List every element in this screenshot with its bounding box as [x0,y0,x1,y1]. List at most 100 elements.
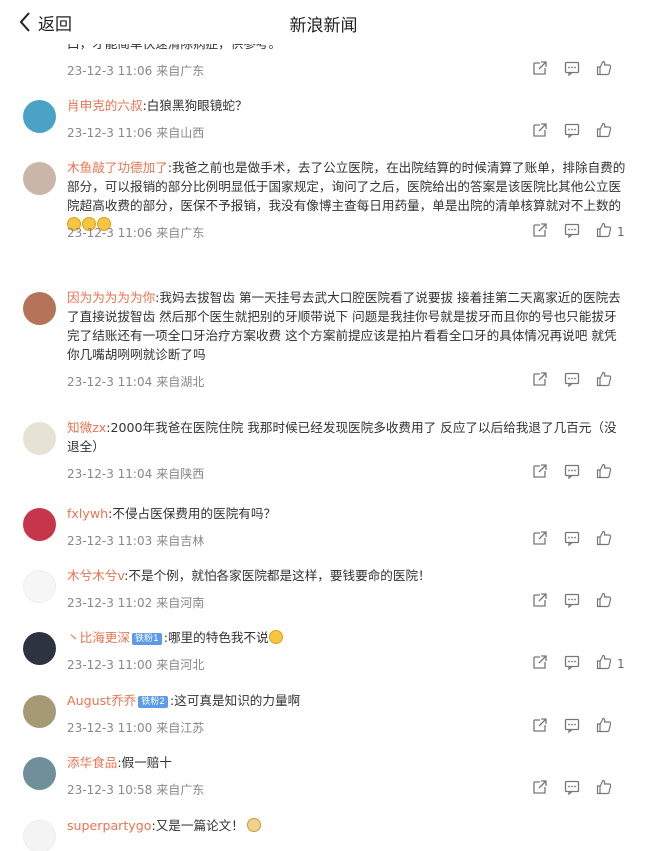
comment-meta: 23-12-3 11:06 来自广东 [67,62,208,79]
like-button[interactable] [596,717,614,737]
comment-text: 添华食品:假一赔十 [67,753,627,772]
like-button[interactable] [596,530,614,549]
comment-body: superpartygo:又是一篇论文！ [67,816,627,835]
comment-text: fxlywh:不侵占医保费用的医院有吗？ [67,504,627,523]
comment-actions [518,371,625,391]
comment-meta: 23-12-3 11:06 来自山西 [67,124,208,141]
comment-meta: 23-12-3 11:04 来自陕西 [67,465,208,482]
comment-content: :不是个例，就怕各家医院都是这样，要钱要命的医院！ [124,568,431,583]
username-link[interactable]: 木兮木兮v [67,568,124,583]
share-button[interactable] [532,531,550,549]
comment-actions [518,779,625,799]
like-button[interactable] [596,463,614,482]
reply-button[interactable] [564,593,582,611]
comment-text: August乔乔 铁粉2:这可真是知识的力量啊 [67,691,627,710]
comment-meta: 23-12-3 11:06 来自广东 [67,224,208,241]
like-button[interactable] [596,60,614,79]
reply-button[interactable] [564,61,582,79]
reply-button[interactable] [564,655,582,673]
comment-time: 23-12-3 11:06 [67,64,153,78]
cat-emoji-icon [246,818,261,832]
comment-icon [564,592,580,612]
avatar[interactable] [23,757,56,790]
avatar[interactable] [23,632,56,665]
like-button[interactable] [596,779,614,799]
reply-button[interactable] [564,223,582,241]
comment-content: :哪里的特色我不说 [163,630,269,645]
like-button[interactable] [596,371,614,391]
avatar[interactable] [23,820,56,851]
reply-button[interactable] [564,464,582,482]
share-button[interactable] [532,464,550,482]
like-button[interactable] [596,654,614,673]
username-link[interactable]: 添华食品 [67,755,117,770]
comment-content: :白狼黑狗眼镜蛇？ [142,98,248,113]
avatar[interactable] [23,508,56,541]
comment-time: 23-12-3 11:00 [67,721,153,735]
username-link[interactable]: superpartygo [67,818,151,833]
share-icon [532,222,548,242]
username-link[interactable]: 知微zx [67,420,106,435]
comment-content: :假一赔十 [117,755,172,770]
reply-button[interactable] [564,372,582,390]
comment-icon [564,371,580,391]
comment-meta: 23-12-3 11:00 来自河北 [67,656,208,673]
comment-time: 23-12-3 11:00 [67,658,153,672]
comment-time: 23-12-3 11:04 [67,375,153,389]
share-icon [532,717,548,737]
username-link[interactable]: 因为为为为为你 [67,290,155,305]
comment-icon [564,60,580,80]
username-link[interactable]: 肖申克的六叔 [67,98,143,113]
comment-body: fxlywh:不侵占医保费用的医院有吗？ [67,504,627,523]
comment-body: August乔乔 铁粉2:这可真是知识的力量啊 [67,691,627,710]
share-button[interactable] [532,718,550,736]
reply-button[interactable] [564,531,582,549]
avatar[interactable] [23,570,56,603]
comment-text: 口，才能简单快速清除病症，供参考。 [67,44,627,53]
comment-location: 来自广东 [156,783,205,797]
comment-location: 来自湖北 [156,375,205,389]
reply-button[interactable] [564,780,582,798]
share-button[interactable] [532,780,550,798]
username-link[interactable]: fxlywh [67,506,108,521]
share-button[interactable] [532,123,550,141]
share-button[interactable] [532,372,550,390]
thumbs-up-icon [596,371,612,391]
avatar[interactable] [23,100,56,133]
username-link[interactable]: 木鱼敲了功德加了 [67,160,168,175]
thumbs-up-icon [596,122,612,142]
comment-content: :不侵占医保费用的医院有吗？ [108,506,277,521]
comment-time: 23-12-3 10:58 [67,783,153,797]
avatar[interactable] [23,162,56,195]
share-button[interactable] [532,61,550,79]
comment-body: 知微zx:2000年我爸在医院住院 我那时候已经发现医院多收费用了 反应了以后给… [67,418,627,456]
avatar[interactable] [23,695,56,728]
comment-content: :又是一篇论文！ [151,818,244,833]
username-link[interactable]: 丶比海更深 [67,630,130,645]
thumbs-up-icon [596,717,612,737]
share-button[interactable] [532,593,550,611]
comment-location: 来自广东 [156,226,205,240]
thumbs-up-icon [596,779,612,799]
username-link[interactable]: August乔乔 [67,693,136,708]
comment-location: 来自河南 [156,596,205,610]
comment-body: 木兮木兮v:不是个例，就怕各家医院都是这样，要钱要命的医院！ [67,566,627,585]
reply-button[interactable] [564,123,582,141]
comment-text: 因为为为为为你:我妈去拔智齿 第一天挂号去武大口腔医院看了说要拔 接着挂第二天离… [67,288,627,364]
share-button[interactable] [532,223,550,241]
comment-icon [564,717,580,737]
page-title: 新浪新闻 [289,16,358,36]
like-button[interactable] [596,592,614,611]
comment-location: 来自陕西 [156,467,205,481]
avatar[interactable] [23,422,56,455]
reply-button[interactable] [564,718,582,736]
share-button[interactable] [532,655,550,673]
comment-icon [564,222,580,242]
like-button[interactable] [596,222,614,241]
like-button[interactable] [596,122,614,142]
comment-time: 23-12-3 11:06 [67,226,153,240]
avatar[interactable] [23,292,56,325]
comment-meta: 23-12-3 11:04 来自湖北 [67,373,208,390]
comment-icon [564,654,580,674]
comment-meta: 23-12-3 10:58 来自广东 [67,781,208,798]
